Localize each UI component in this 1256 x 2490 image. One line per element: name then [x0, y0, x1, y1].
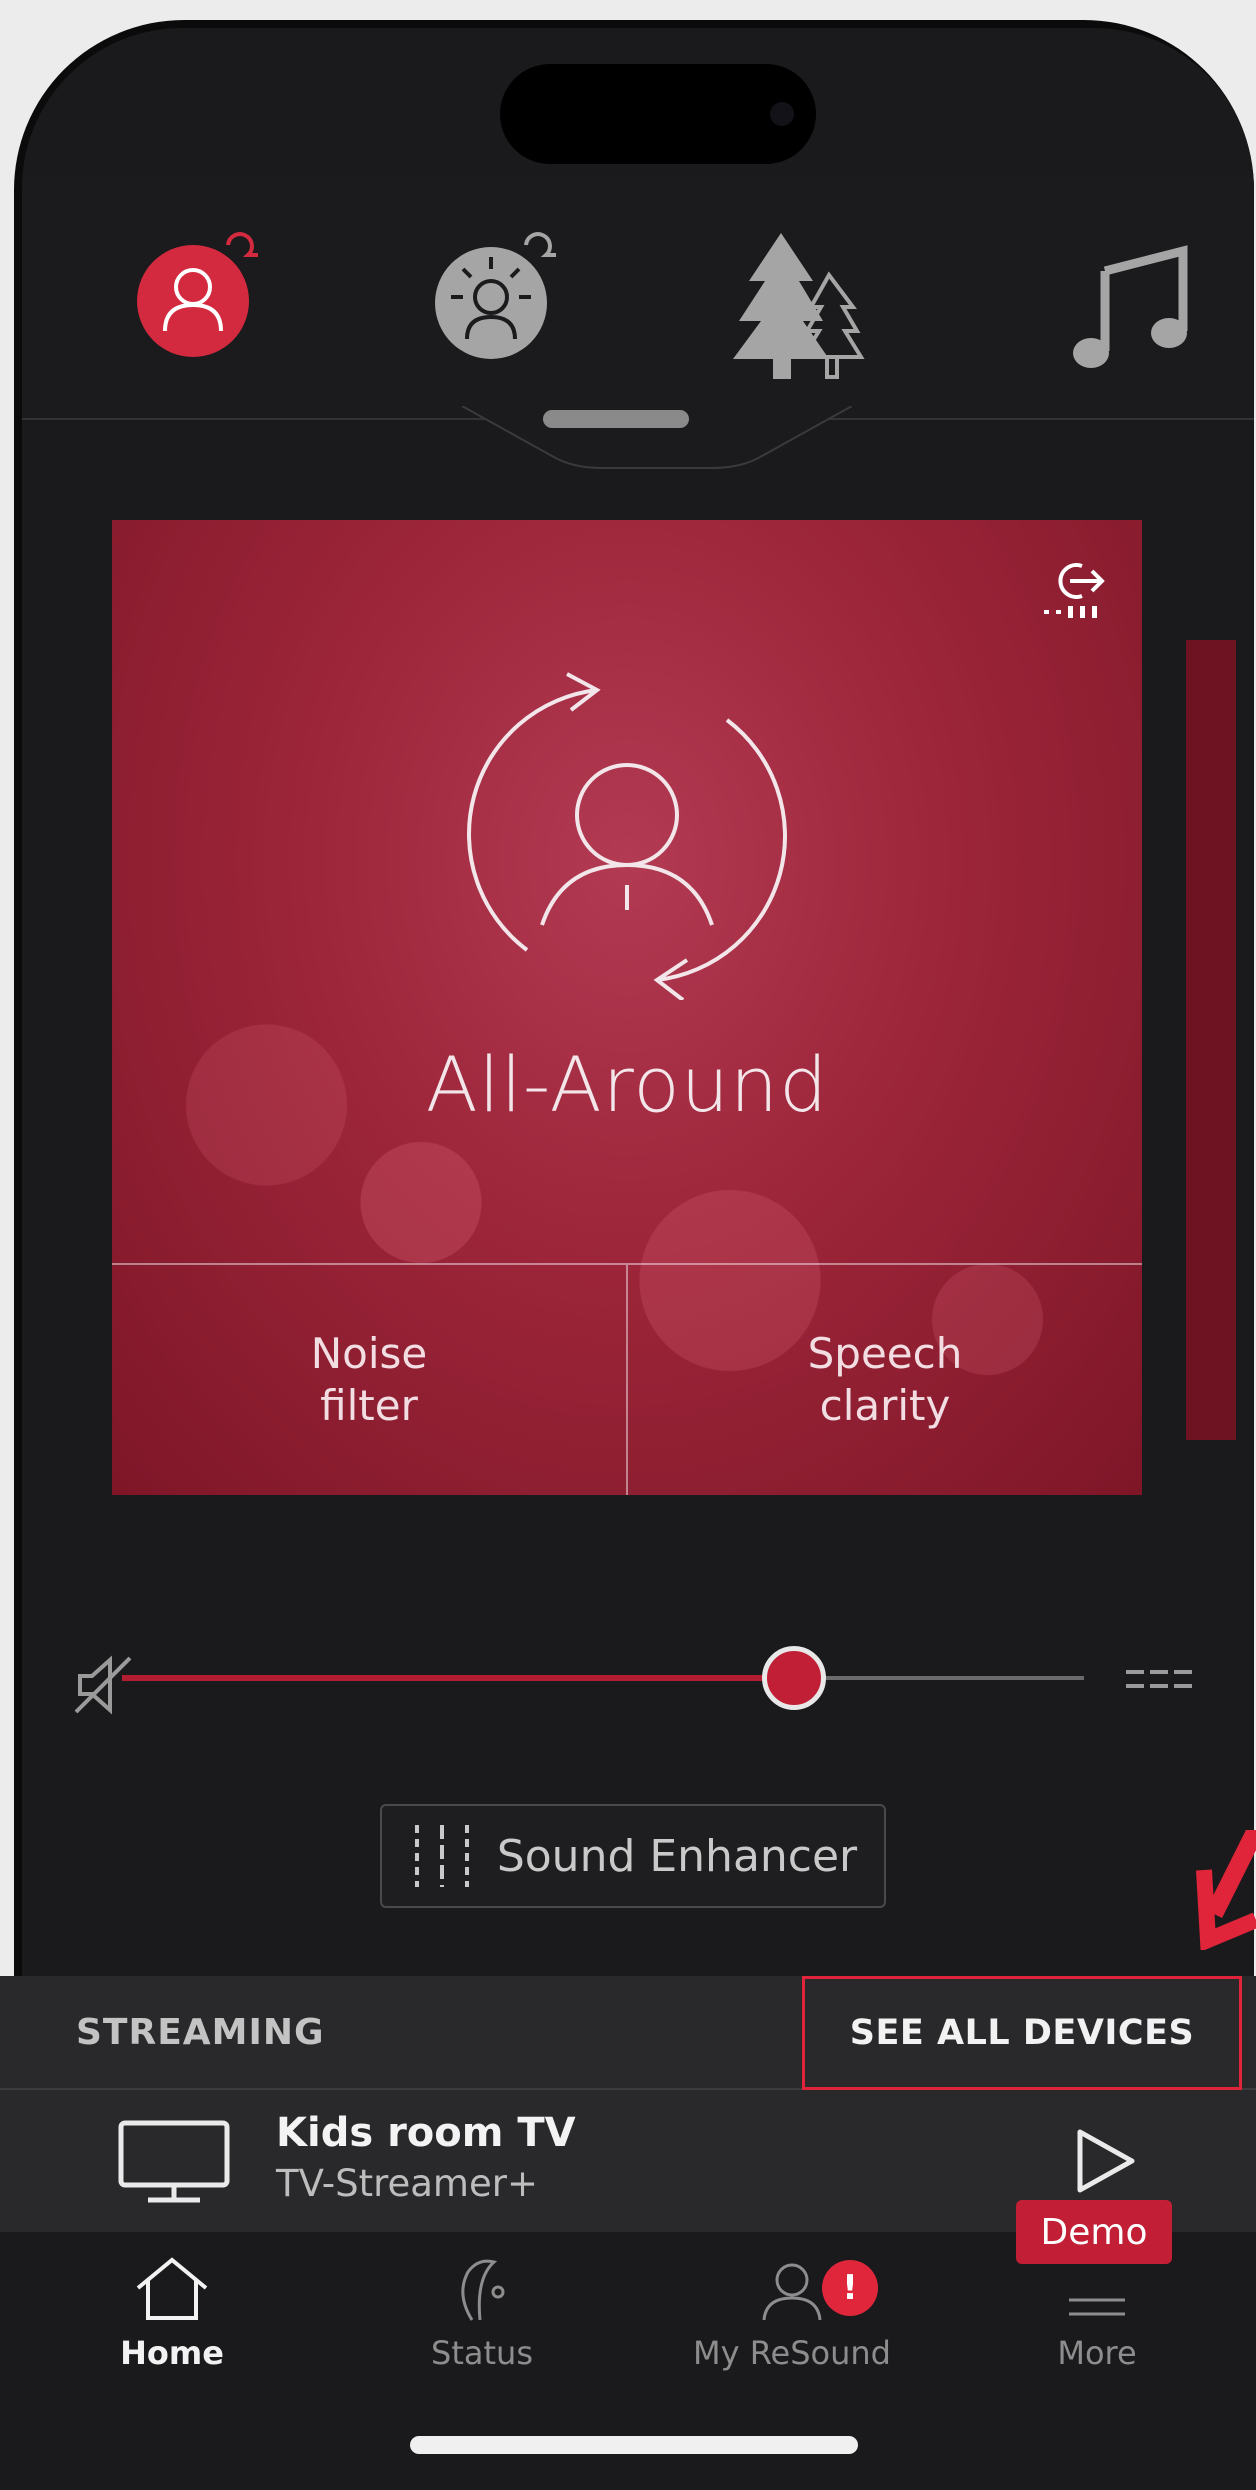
program-name: All-Around — [425, 1040, 829, 1129]
volume-track[interactable] — [798, 1676, 1084, 1680]
program-card[interactable]: All-Around Noise filter Speech clarity — [112, 520, 1142, 1495]
tab-my-resound[interactable]: ! My ReSound — [672, 2254, 912, 2372]
profile-icon — [762, 2263, 822, 2321]
all-around-program-icon[interactable] — [108, 206, 288, 386]
tab-status[interactable]: Status — [362, 2254, 602, 2372]
all-around-large-icon — [467, 672, 787, 1000]
sync-program-icon[interactable] — [1032, 550, 1112, 630]
music-program-icon[interactable] — [1038, 206, 1218, 386]
home-indicator[interactable] — [410, 2436, 858, 2454]
dynamic-island — [500, 64, 816, 164]
program-controls: Noise filter Speech clarity — [112, 1263, 1142, 1495]
volume-track-filled — [122, 1675, 798, 1681]
notification-badge: ! — [822, 2260, 878, 2316]
sound-enhancer-label: Sound Enhancer — [496, 1830, 858, 1882]
device-type: TV-Streamer+ — [276, 2162, 538, 2205]
restaurant-program-icon[interactable] — [406, 206, 586, 386]
volume-slider-thumb[interactable] — [762, 1646, 826, 1710]
streaming-header: STREAMING SEE ALL DEVICES — [0, 1976, 1256, 2090]
tab-home-label: Home — [120, 2334, 224, 2372]
home-icon — [136, 2257, 208, 2320]
tab-status-label: Status — [431, 2334, 533, 2372]
sound-enhancer-button[interactable]: Sound Enhancer — [380, 1804, 886, 1908]
outdoor-program-icon[interactable] — [706, 206, 886, 386]
device-name: Kids room TV — [276, 2110, 576, 2156]
sliders-icon — [414, 1825, 469, 1887]
program-selector-bar — [22, 178, 1254, 420]
annotation-arrow — [1196, 1830, 1256, 1950]
play-icon[interactable] — [1070, 2126, 1140, 2196]
speech-clarity-button[interactable]: Speech clarity — [628, 1265, 1142, 1495]
next-program-card-peek[interactable] — [1186, 640, 1236, 1440]
tab-more[interactable]: More — [977, 2254, 1217, 2372]
menu-icon — [1069, 2298, 1125, 2316]
mute-icon[interactable] — [70, 1652, 136, 1718]
drawer-handle[interactable] — [543, 410, 689, 428]
streaming-label: STREAMING — [76, 2012, 325, 2053]
tab-my-resound-label: My ReSound — [693, 2334, 891, 2372]
noise-filter-button[interactable]: Noise filter — [112, 1265, 628, 1495]
hearing-aid-icon — [461, 2259, 505, 2321]
see-all-devices-button[interactable]: SEE ALL DEVICES — [802, 1976, 1242, 2090]
tab-more-label: More — [1057, 2334, 1137, 2372]
tv-icon — [118, 2120, 230, 2203]
tab-home[interactable]: Home — [52, 2254, 292, 2372]
demo-badge: Demo — [1016, 2200, 1172, 2264]
equalizer-icon[interactable] — [1126, 1664, 1194, 1694]
